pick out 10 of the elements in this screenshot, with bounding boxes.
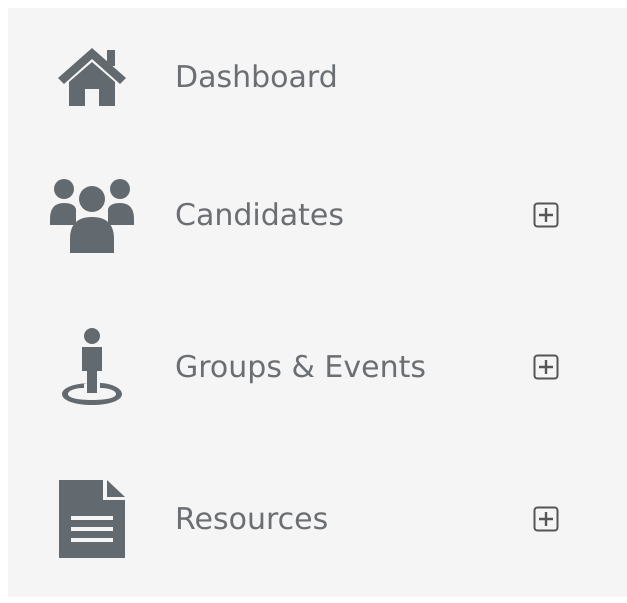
sidebar-item[interactable]: Groups & Events [175, 350, 426, 384]
sidebar-item[interactable]: Resources [175, 502, 328, 536]
sidebar-item[interactable]: Candidates [175, 198, 344, 232]
person-on-ring-icon [60, 327, 124, 407]
house-icon [56, 46, 128, 108]
sidebar-item[interactable]: Dashboard [175, 60, 338, 94]
expand-icon[interactable] [533, 354, 559, 380]
document-icon [58, 480, 124, 558]
expand-icon[interactable] [533, 506, 559, 532]
expand-icon[interactable] [533, 202, 559, 228]
